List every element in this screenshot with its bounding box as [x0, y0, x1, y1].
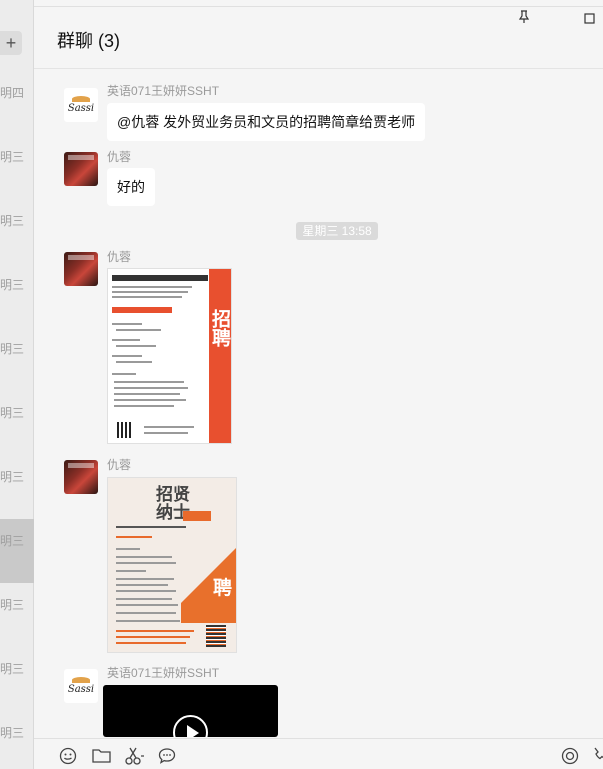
poster-text-line [114, 399, 186, 401]
poster-text-line [112, 296, 182, 298]
poster-text-line [112, 339, 140, 341]
chat-window: 群聊 (3) Sassi 英语071王妍妍SSHT @仇蓉 发外贸业务员和文员的… [34, 0, 603, 769]
poster-text-line [112, 355, 142, 357]
poster-text-line [116, 562, 176, 564]
poster-text-line [116, 556, 172, 558]
conversation-date: 明三 [0, 150, 25, 164]
poster-text-line [116, 570, 146, 572]
window-top-border [34, 0, 603, 7]
conversation-date: 明三 [0, 214, 25, 228]
input-toolbar [34, 738, 603, 769]
qr-code-icon [206, 625, 226, 647]
poster-text-line [116, 345, 156, 347]
poster-text-line [112, 323, 142, 325]
poster-orange-shape [181, 603, 236, 623]
poster-text-line [116, 604, 178, 606]
target-icon[interactable] [561, 747, 579, 765]
avatar[interactable] [64, 460, 98, 494]
poster-text-line [112, 286, 192, 288]
sender-name: 仇蓉 [107, 250, 132, 264]
avatar[interactable] [64, 252, 98, 286]
qr-code-icon [117, 422, 131, 438]
message-bubble[interactable]: @仇蓉 发外贸业务员和文员的招聘简章给贾老师 [107, 103, 426, 141]
selected-conversation[interactable] [0, 519, 34, 583]
bird-logo-icon [72, 677, 90, 683]
maximize-icon[interactable] [584, 13, 595, 24]
poster-text-line [116, 329, 161, 331]
sender-name: 仇蓉 [107, 150, 132, 164]
poster-pin-character: 聘 [212, 578, 232, 599]
conversation-date: 明三 [0, 598, 25, 612]
poster-text-line [112, 373, 136, 375]
avatar-text: Sassi [67, 103, 95, 114]
poster-tag [183, 511, 211, 521]
poster-text-line [116, 584, 168, 586]
poster-text-line [114, 381, 184, 383]
chat-bubble-icon[interactable] [158, 747, 176, 765]
poster-text-line [112, 291, 188, 293]
time-separator: 星期三 13:58 [296, 222, 378, 240]
poster-text-line [144, 432, 188, 434]
poster-text-line [114, 387, 188, 389]
video-message[interactable] [103, 685, 278, 737]
conversation-list: + 明四 明三 明三 明三 明三 明三 明三 明三 明三 明三 明三 [0, 0, 34, 769]
message-bubble[interactable]: 好的 [107, 168, 155, 206]
poster-text-line [116, 630, 194, 632]
avatar-text: Sassi [67, 684, 95, 695]
avatar[interactable]: Sassi [64, 669, 98, 703]
poster-highlight-band [112, 307, 172, 313]
sender-name: 仇蓉 [107, 458, 132, 472]
poster-text-line [116, 526, 186, 528]
conversation-date: 明四 [0, 86, 25, 100]
avatar[interactable]: Sassi [64, 88, 98, 122]
poster-text-line [114, 405, 174, 407]
poster-text-line [116, 578, 174, 580]
poster-text-line [116, 612, 176, 614]
phone-icon[interactable] [592, 747, 603, 765]
pin-icon[interactable] [518, 10, 530, 24]
conversation-date: 明三 [0, 534, 25, 548]
poster-text-line [114, 393, 180, 395]
add-button[interactable]: + [0, 31, 22, 55]
poster-headline: 招聘 [209, 309, 230, 347]
chat-header: 群聊 (3) [34, 0, 603, 69]
avatar[interactable] [64, 152, 98, 186]
poster-text-line [116, 590, 176, 592]
poster-text-line [116, 548, 140, 550]
scissors-icon[interactable] [125, 747, 145, 765]
conversation-date: 明三 [0, 470, 25, 484]
poster-company-name [112, 275, 208, 281]
poster-text-line [116, 636, 190, 638]
poster-text-line [116, 361, 152, 363]
recruitment-poster-image[interactable]: 招贤 纳士 聘 [107, 477, 237, 653]
conversation-date: 明三 [0, 342, 25, 356]
poster-text-line [144, 426, 194, 428]
chat-title: 群聊 (3) [57, 31, 120, 51]
conversation-date: 明三 [0, 662, 25, 676]
sender-name: 英语071王妍妍SSHT [107, 84, 220, 98]
bird-logo-icon [72, 96, 90, 102]
poster-title-line: 招贤 [156, 485, 190, 504]
play-icon[interactable] [173, 715, 208, 737]
sender-name: 英语071王妍妍SSHT [107, 666, 220, 680]
poster-text-line [116, 598, 172, 600]
emoji-icon[interactable] [59, 747, 77, 765]
conversation-date: 明三 [0, 406, 25, 420]
poster-text-line [116, 642, 186, 644]
poster-red-banner [209, 269, 231, 443]
conversation-date: 明三 [0, 726, 25, 740]
poster-text-line [116, 620, 180, 622]
recruitment-poster-image[interactable]: 招聘 [107, 268, 232, 444]
poster-text-line [116, 536, 152, 538]
folder-icon[interactable] [92, 747, 111, 763]
conversation-date: 明三 [0, 278, 25, 292]
